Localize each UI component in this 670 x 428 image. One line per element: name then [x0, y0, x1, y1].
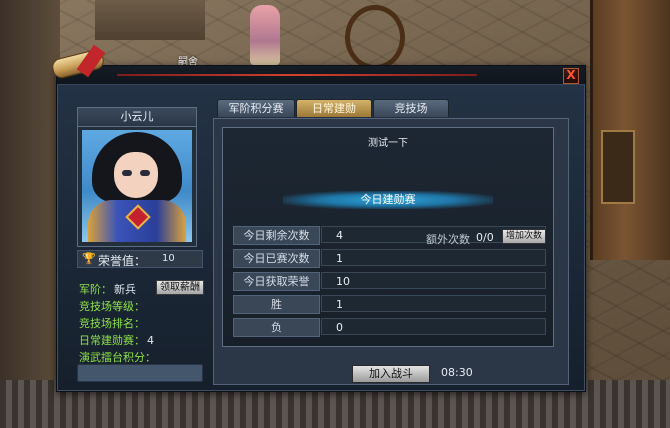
daily-contest-label: 日常建勋赛：	[79, 334, 145, 347]
honor-label: 荣誉值：	[98, 254, 147, 268]
character-name: 小云儿	[78, 108, 196, 127]
contest-box: 测试一下 今日建勋赛 今日剩余次数 4 额外次数 0/0 增加次数 今日已赛次数…	[222, 127, 554, 347]
honor-window: X 小云儿 🏆 荣誉值： 10 军阶： 新兵 领取薪酬 竞技场等级： 竞技场排名：	[56, 65, 586, 392]
row-win-label: 胜	[233, 295, 320, 314]
contest-banner: 今日建勋赛	[283, 191, 493, 209]
rank-value: 新兵	[114, 283, 136, 296]
daily-contest-value: 4	[147, 334, 154, 347]
honor-value: 10	[162, 253, 175, 264]
rank-label: 军阶：	[79, 283, 112, 296]
row-honor-value: 10	[321, 272, 546, 289]
row-loss-value: 0	[321, 318, 546, 335]
arena-level-label: 竞技场等级：	[79, 300, 145, 313]
row-honor-label: 今日获取荣誉	[233, 272, 320, 291]
contest-header: 测试一下	[368, 138, 408, 149]
tab-arena[interactable]: 竞技场	[373, 99, 449, 117]
scenery-wall	[0, 0, 60, 428]
row-remaining-label: 今日剩余次数	[233, 226, 320, 245]
drill-score-stat: 演武擂台积分：	[79, 349, 156, 365]
arena-rank-label: 竞技场排名：	[79, 317, 145, 330]
scenery-roof	[95, 0, 205, 40]
daily-contest-stat: 日常建勋赛： 4	[79, 332, 154, 348]
scenery-cart-wheel	[345, 5, 405, 70]
info-bar	[77, 364, 203, 382]
drill-score-label: 演武擂台积分：	[79, 351, 156, 364]
arena-level-stat: 竞技场等级：	[79, 298, 145, 314]
extra-count-value: 0/0	[476, 231, 494, 244]
join-battle-button[interactable]: 加入战斗	[352, 365, 430, 383]
rank-stat: 军阶： 新兵	[79, 281, 136, 297]
character-frame: 小云儿	[77, 107, 197, 247]
tab-daily-merit[interactable]: 日常建勋	[296, 99, 372, 117]
npc-character[interactable]	[250, 5, 280, 65]
add-count-button[interactable]: 增加次数	[502, 229, 546, 244]
row-loss-label: 负	[233, 318, 320, 337]
row-win-value: 1	[321, 295, 546, 312]
scenery-house	[590, 0, 670, 260]
window-titlebar: X	[57, 66, 585, 85]
battle-timer: 08:30	[441, 366, 473, 379]
row-played-value: 1	[321, 249, 546, 266]
tab-content: 测试一下 今日建勋赛 今日剩余次数 4 额外次数 0/0 增加次数 今日已赛次数…	[213, 118, 569, 385]
arena-rank-stat: 竞技场排名：	[79, 315, 145, 331]
character-panel: 小云儿 🏆 荣誉值： 10 军阶： 新兵 领取薪酬 竞技场等级： 竞技场排名： 日…	[68, 102, 204, 384]
row-played-label: 今日已赛次数	[233, 249, 320, 268]
shop-sign	[601, 130, 635, 204]
scroll-ornament	[50, 44, 122, 80]
honor-bar: 🏆 荣誉值： 10	[77, 250, 203, 268]
character-portrait	[82, 130, 192, 242]
extra-count-label: 额外次数	[426, 233, 470, 246]
trophy-icon: 🏆	[82, 252, 96, 265]
tab-rank-points[interactable]: 军阶积分赛	[217, 99, 295, 117]
close-button[interactable]: X	[563, 68, 579, 84]
titlebar-ornament	[117, 74, 477, 76]
claim-salary-button[interactable]: 领取薪酬	[156, 280, 204, 295]
